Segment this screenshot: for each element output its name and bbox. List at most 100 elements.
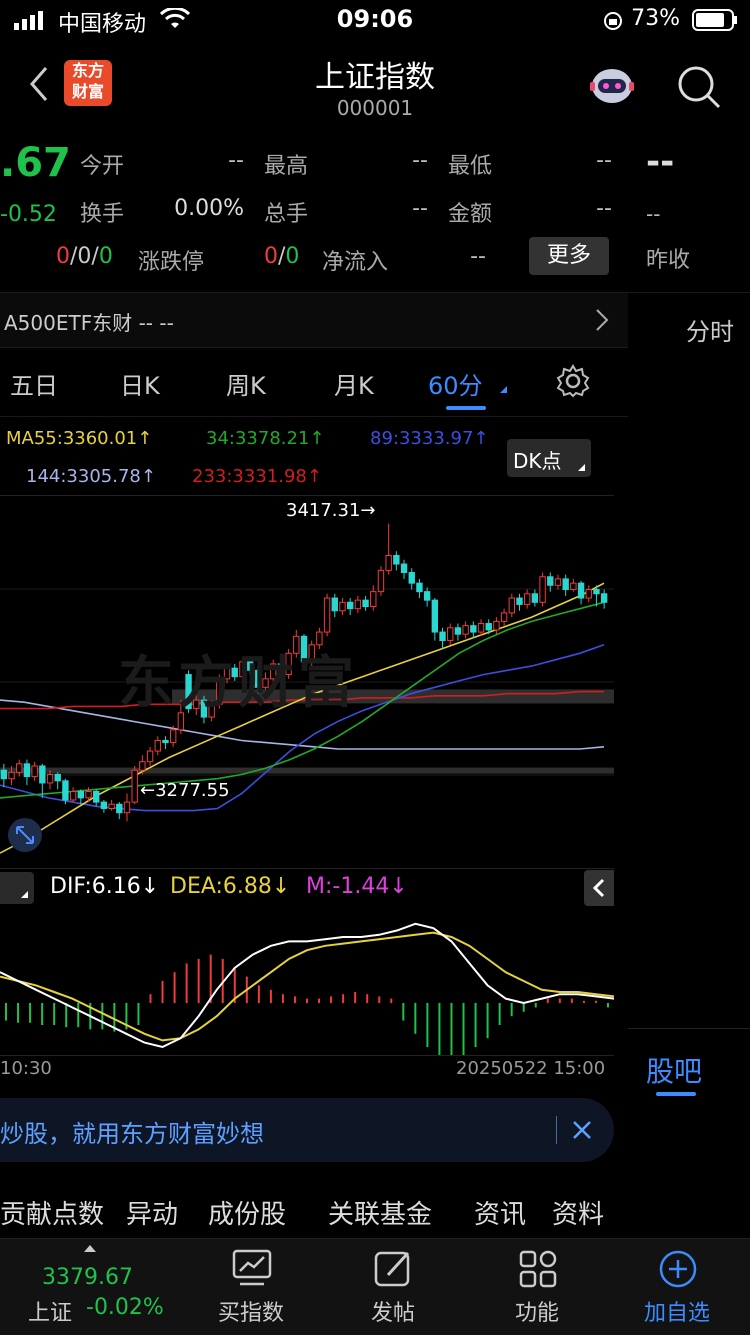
candle-body	[385, 555, 392, 571]
index-name: 上证	[28, 1301, 73, 1326]
fullscreen-icon[interactable]	[8, 818, 42, 852]
add-watchlist-button[interactable]: 加自选	[604, 1239, 750, 1335]
dropdown-corner-icon	[578, 464, 585, 471]
right-price: --	[646, 142, 675, 182]
close-icon[interactable]	[570, 1118, 594, 1146]
candle-body	[470, 625, 477, 633]
candle-body	[69, 790, 77, 801]
buy-index-button[interactable]: 买指数	[176, 1239, 326, 1335]
caret-up-icon	[84, 1245, 96, 1252]
robot-assistant-icon[interactable]	[588, 64, 636, 112]
edit-icon	[374, 1249, 414, 1293]
chart-trend-icon	[232, 1249, 272, 1291]
ma233-label: 233:3331.98↑	[192, 466, 322, 487]
index-quote[interactable]: 3379.67 上证 -0.02%	[0, 1239, 180, 1335]
prev-close-label: 昨收	[646, 248, 691, 273]
tab-intraday[interactable]: 分时	[686, 312, 734, 347]
tab-week-k[interactable]: 周K	[226, 366, 266, 401]
indicator-toggle[interactable]	[0, 872, 34, 904]
candle-body	[570, 582, 577, 591]
netflow-value: --	[470, 244, 486, 269]
candle-body	[100, 801, 108, 809]
post-button[interactable]: 发帖	[318, 1239, 468, 1335]
candle-body	[31, 765, 38, 778]
tab-movements[interactable]: 异动	[126, 1194, 178, 1231]
candle-body	[362, 599, 369, 608]
status-bar: 中国移动 09:06 73%	[0, 0, 750, 40]
index-price: 3379.67	[42, 1265, 133, 1290]
ma144-label: 144:3305.78↑	[26, 466, 156, 487]
turnover-value: 0.00%	[174, 196, 244, 221]
candle-body	[339, 601, 346, 612]
grid-apps-icon	[518, 1249, 558, 1293]
macd-chart[interactable]	[0, 908, 615, 1061]
candle-body	[562, 578, 569, 591]
open-label: 今开	[80, 154, 125, 179]
total-label: 总手	[264, 202, 309, 227]
candlestick-chart[interactable]: 东方财富 3417.31→ ←3277.55	[0, 495, 614, 869]
tab-guba[interactable]: 股吧	[646, 1050, 702, 1090]
candle-body	[116, 803, 123, 814]
x-axis-right: 20250522 15:00	[456, 1058, 606, 1079]
dea-line	[0, 931, 615, 1042]
tab-contribution[interactable]: 贡献点数	[0, 1194, 104, 1231]
right-bottom-divider	[628, 1028, 750, 1029]
tab-news[interactable]: 资讯	[474, 1194, 526, 1231]
tab-constituents[interactable]: 成份股	[208, 1194, 286, 1231]
add-watchlist-label: 加自选	[643, 1301, 710, 1326]
index-change: -0.02%	[86, 1295, 164, 1320]
tab-5day[interactable]: 五日	[10, 366, 58, 401]
updown-counts: 0/0/0	[56, 244, 113, 269]
tab-active-underline	[446, 406, 486, 410]
stock-code: 000001	[336, 96, 414, 120]
post-label: 发帖	[370, 1301, 415, 1326]
candle-body	[439, 631, 446, 642]
candle-body	[516, 597, 523, 605]
candle-body	[431, 599, 439, 633]
collapse-button[interactable]	[584, 870, 614, 906]
plus-circle-icon	[658, 1249, 698, 1293]
dk-button[interactable]: DK点	[507, 439, 591, 477]
etf-label: A500ETF东财 -- --	[4, 311, 174, 335]
candle-body	[354, 599, 362, 610]
more-button[interactable]: 更多	[529, 237, 609, 275]
period-tabs: 五日 日K 周K 月K 60分	[0, 350, 628, 417]
battery-icon	[692, 9, 738, 35]
candle-body	[62, 780, 69, 801]
candle-body	[123, 801, 131, 814]
functions-button[interactable]: 功能	[462, 1239, 612, 1335]
tab-related-funds[interactable]: 关联基金	[328, 1194, 432, 1231]
etf-bar[interactable]: A500ETF东财 -- --	[0, 292, 628, 348]
tab-month-k[interactable]: 月K	[334, 366, 374, 401]
candle-body	[523, 593, 531, 605]
low-marker-label: ←3277.55	[140, 780, 230, 801]
candle-body	[539, 576, 546, 603]
page-title: 上证指数	[315, 60, 435, 95]
tabs-divider	[0, 416, 628, 417]
dropdown-corner-icon	[21, 891, 28, 898]
tab-profile[interactable]: 资料	[552, 1194, 604, 1231]
high-value: --	[412, 148, 428, 173]
candle-body	[493, 620, 500, 631]
candle-body	[108, 803, 115, 809]
candle-body	[423, 591, 431, 601]
right-sub: --	[646, 202, 661, 226]
tab-day-k[interactable]: 日K	[120, 366, 160, 401]
banner-divider	[556, 1116, 557, 1144]
candle-body	[531, 593, 539, 603]
macd-legend: DIF:6.16↓ DEA:6.88↓ M:-1.44↓	[0, 870, 614, 908]
candle-body	[508, 597, 515, 614]
search-icon[interactable]	[676, 64, 722, 114]
candle-body	[39, 765, 46, 784]
price-partial: .67	[0, 140, 71, 186]
promo-banner[interactable]: 炒股，就用东方财富妙想	[0, 1098, 614, 1162]
candle-body	[139, 761, 146, 771]
low-label: 最低	[448, 154, 493, 179]
candle-body	[146, 750, 154, 763]
candle-body	[16, 763, 23, 773]
candle-body	[370, 591, 377, 608]
settings-gear-icon[interactable]	[556, 364, 590, 402]
battery-percent: 73%	[631, 6, 680, 31]
rotation-lock-icon	[602, 10, 624, 36]
tab-60min[interactable]: 60分	[428, 366, 483, 401]
